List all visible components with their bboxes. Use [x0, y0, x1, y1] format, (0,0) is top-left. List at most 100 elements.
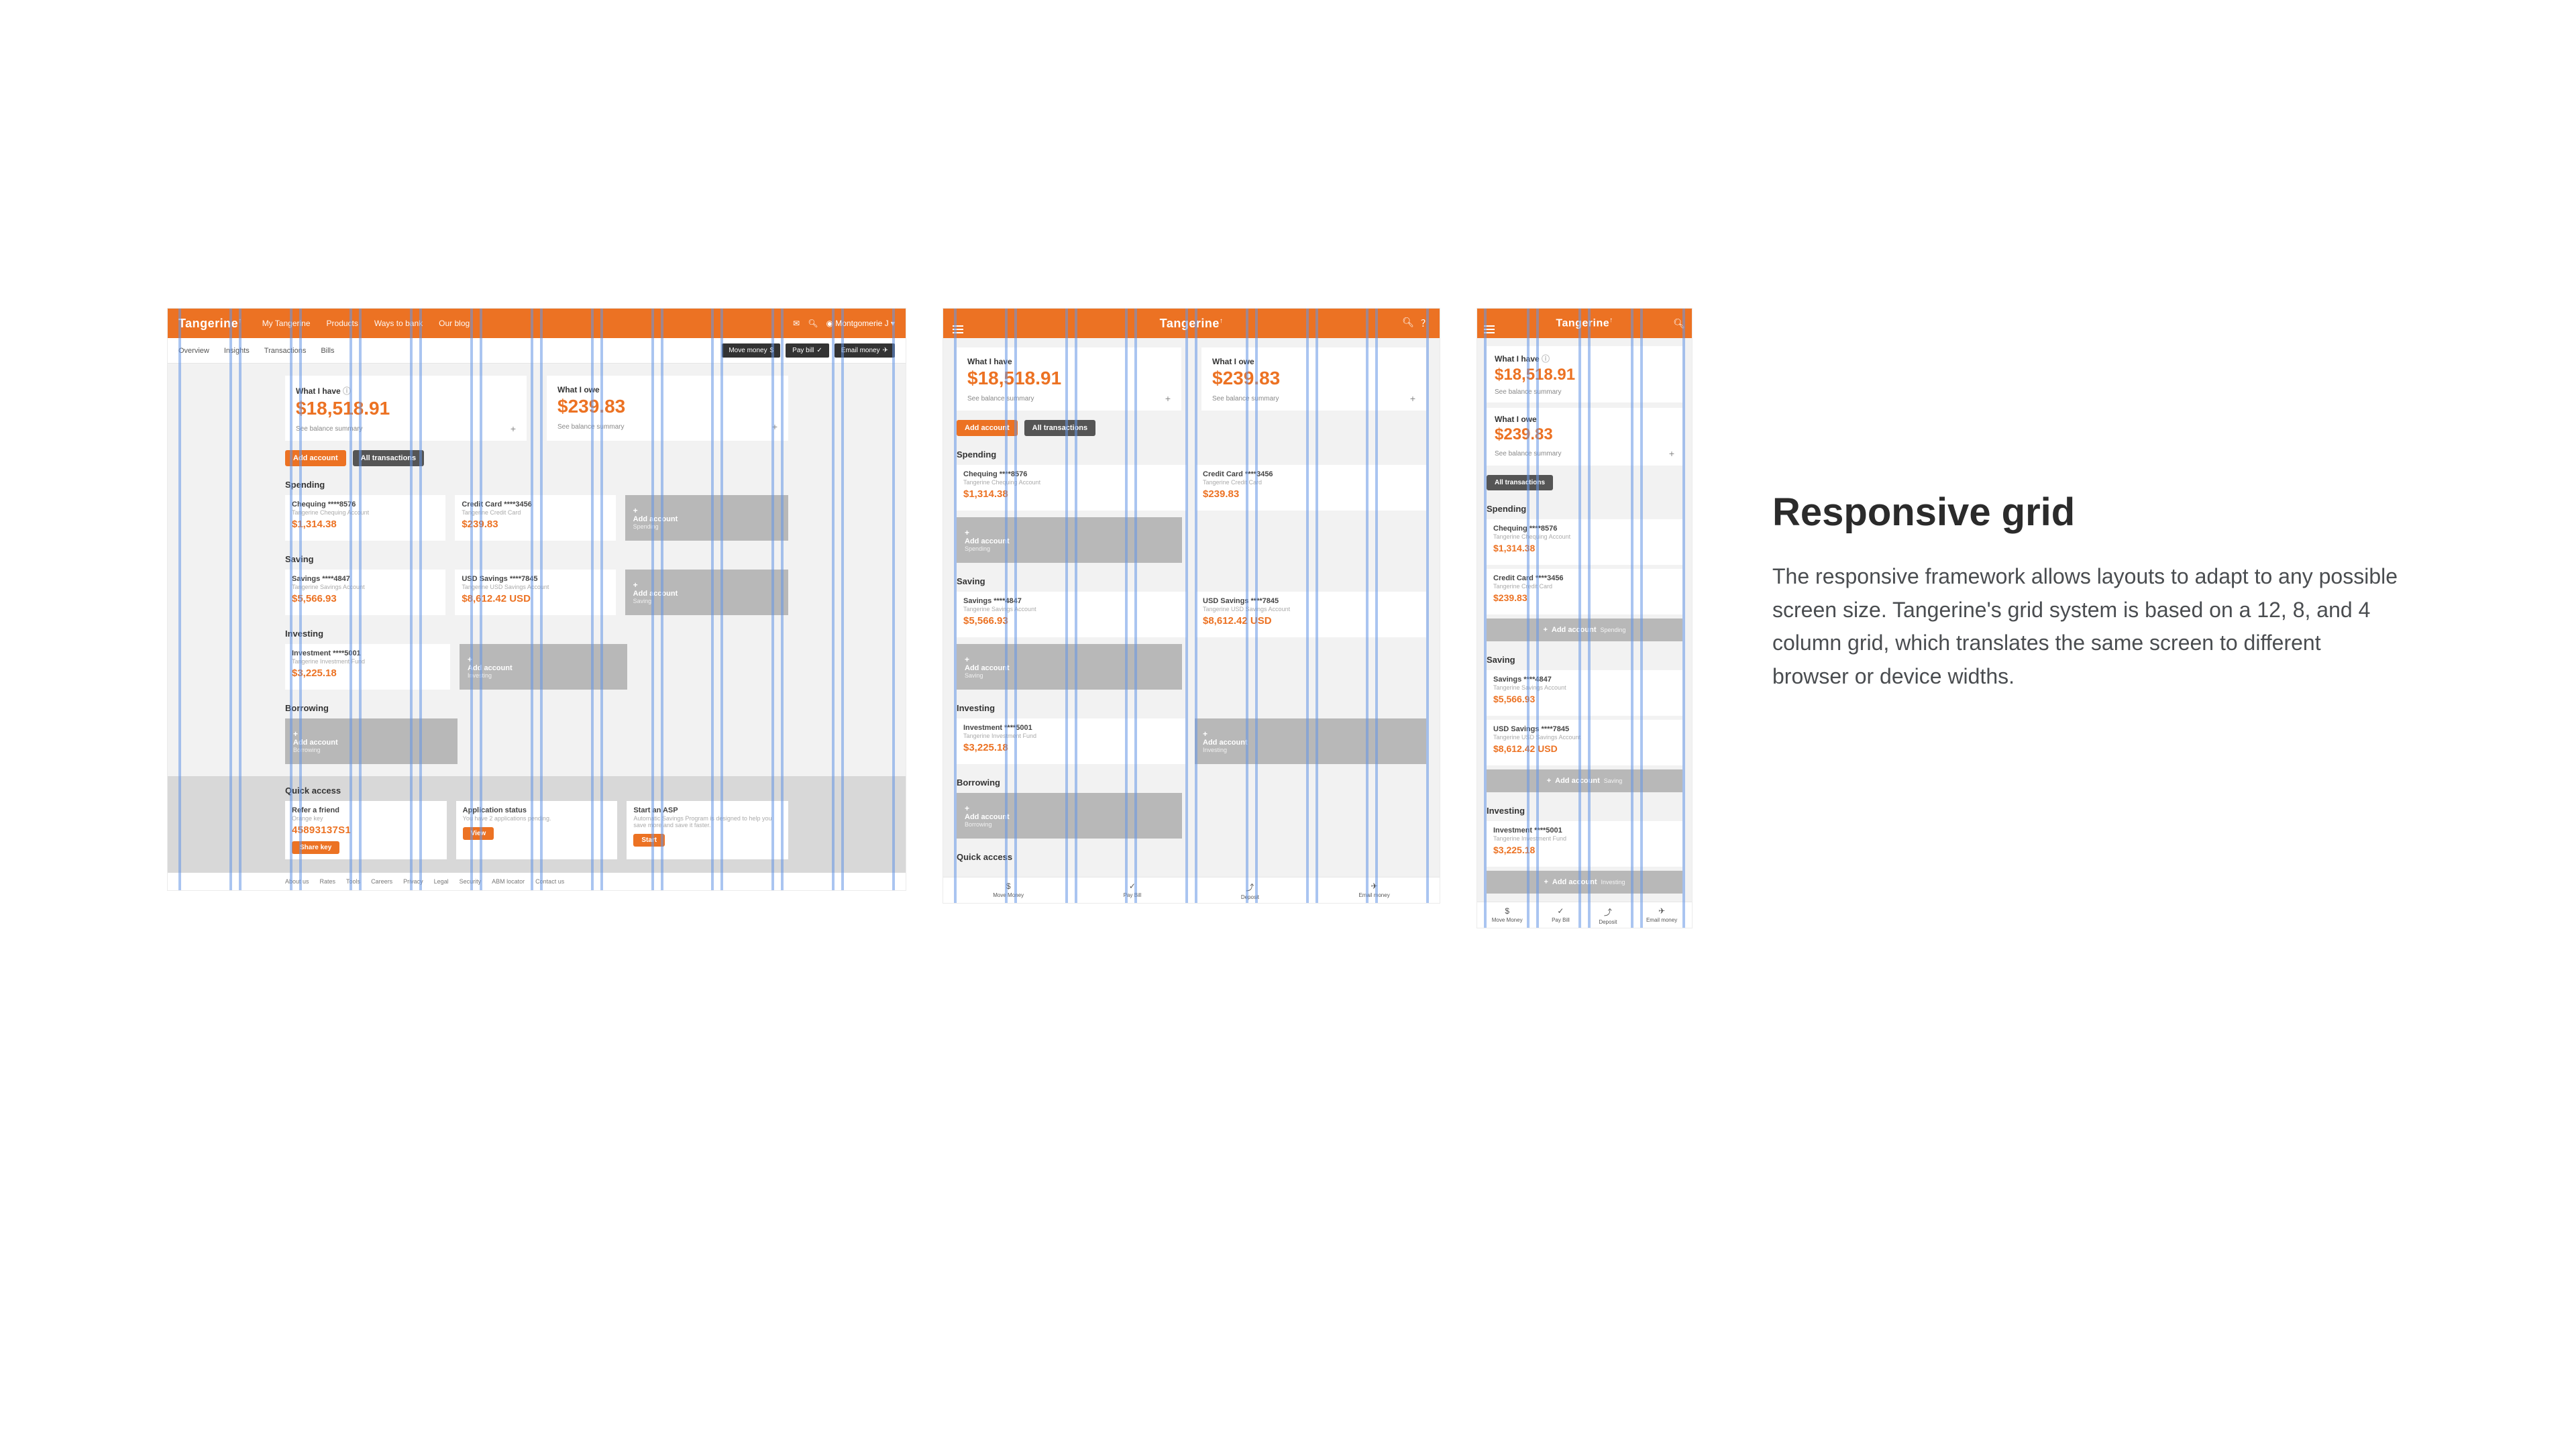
add-account-card[interactable]: + Add account Borrowing	[285, 718, 458, 764]
help-icon[interactable]: ？	[1421, 317, 1430, 330]
add-account-button[interactable]: Add account	[957, 420, 1018, 436]
summary-have-amount: $18,518.91	[296, 398, 516, 419]
summary-owe-amount: $239.83	[557, 396, 777, 417]
summary-have: What I have ⓘ $18,518.91 See balance sum…	[285, 376, 527, 441]
bottom-nav-pay-bill[interactable]: ✓Pay Bill	[1124, 881, 1142, 900]
mail-icon[interactable]: ✉	[793, 319, 800, 328]
footer-link[interactable]: Legal	[434, 878, 449, 885]
slide-canvas: Tangerine↑ My Tangerine Products Ways to…	[0, 0, 2576, 1449]
search-icon[interactable]: 🔍︎	[1673, 318, 1685, 329]
bottom-nav-pay-bill[interactable]: ✓Pay Bill	[1552, 906, 1570, 925]
account-card-investment[interactable]: Investment ****5001 Tangerine Investment…	[1487, 821, 1682, 867]
nav-item[interactable]: Our blog	[439, 319, 470, 328]
expand-icon[interactable]: +	[511, 423, 516, 434]
account-card-chequing[interactable]: Chequing ****8576 Tangerine Chequing Acc…	[957, 465, 1187, 511]
add-account-card[interactable]: + Add account Investing	[460, 644, 627, 690]
footer-link[interactable]: Contact us	[535, 878, 564, 885]
footer-link[interactable]: Security	[460, 878, 482, 885]
search-icon[interactable]: 🔍︎	[808, 319, 818, 328]
footer-link[interactable]: ABM locator	[492, 878, 525, 885]
tab-bills[interactable]: Bills	[321, 347, 334, 355]
action-pay-bill[interactable]: Pay bill ✓	[786, 343, 829, 358]
account-card-usd[interactable]: USD Savings ****7845 Tangerine USD Savin…	[1487, 720, 1682, 765]
add-account-card[interactable]: +Add account Borrowing	[957, 793, 1182, 839]
account-card-credit[interactable]: Credit Card ****3456 Tangerine Credit Ca…	[455, 495, 615, 541]
nav-item[interactable]: My Tangerine	[262, 319, 311, 328]
desktop-topbar-right: ✉ 🔍︎ ◉ Montgomerie J ▾	[793, 319, 895, 328]
footer-link[interactable]: Tools	[346, 878, 360, 885]
all-transactions-button[interactable]: All transactions	[353, 450, 425, 466]
add-account-card[interactable]: +Add accountInvesting	[1487, 871, 1682, 894]
bottom-nav-deposit[interactable]: ⤴Deposit	[1599, 906, 1617, 925]
account-card-credit[interactable]: Credit Card ****3456 Tangerine Credit Ca…	[1196, 465, 1426, 511]
add-account-card[interactable]: +Add accountSpending	[1487, 619, 1682, 641]
account-card-investment[interactable]: Investment ****5001 Tangerine Investment…	[957, 718, 1185, 764]
add-account-card[interactable]: + Add account Saving	[625, 570, 788, 615]
add-account-button[interactable]: Add account	[285, 450, 346, 466]
account-card-usd[interactable]: USD Savings ****7845 Tangerine USD Savin…	[455, 570, 615, 615]
tab-transactions[interactable]: Transactions	[264, 347, 307, 355]
footer-link[interactable]: Careers	[371, 878, 392, 885]
section-saving: Saving	[285, 554, 788, 564]
menu-icon[interactable]	[953, 318, 963, 329]
add-account-card[interactable]: +Add account Saving	[957, 644, 1182, 690]
menu-icon[interactable]	[1484, 318, 1495, 329]
summary-have: What I have ⓘ $18,518.91 See balance sum…	[1487, 346, 1682, 402]
section-borrowing: Borrowing	[285, 703, 788, 713]
account-card-savings[interactable]: Savings ****4847 Tangerine Savings Accou…	[957, 592, 1187, 637]
search-icon[interactable]: 🔍︎	[1402, 317, 1414, 330]
account-card-credit[interactable]: Credit Card ****3456 Tangerine Credit Ca…	[1487, 569, 1682, 614]
send-icon: ✈	[1371, 881, 1378, 891]
all-transactions-button[interactable]: All transactions	[1487, 475, 1553, 490]
start-button[interactable]: Start	[633, 834, 665, 847]
account-card-savings[interactable]: Savings ****4847 Tangerine Savings Accou…	[1487, 670, 1682, 716]
share-key-button[interactable]: Share key	[292, 841, 339, 854]
bottom-nav-deposit[interactable]: ⤴Deposit	[1241, 881, 1259, 900]
account-card-investment[interactable]: Investment ****5001 Tangerine Investment…	[285, 644, 450, 690]
account-card-chequing[interactable]: Chequing ****8576 Tangerine Chequing Acc…	[285, 495, 445, 541]
all-transactions-button[interactable]: All transactions	[1024, 420, 1096, 436]
add-account-card[interactable]: +Add account Investing	[1195, 718, 1426, 764]
view-button[interactable]: View	[463, 827, 494, 840]
quick-card-refer[interactable]: Refer a friend Orange key 45893137S1 Sha…	[285, 801, 447, 859]
expand-icon[interactable]: +	[772, 421, 777, 432]
quick-card-asp[interactable]: Start an ASP Automatic Savings Program i…	[627, 801, 788, 859]
bottom-nav-email-money[interactable]: ✈Email money	[1358, 881, 1389, 900]
bottom-nav-email-money[interactable]: ✈Email money	[1646, 906, 1677, 925]
plus-icon: +	[468, 655, 472, 664]
nav-item[interactable]: Ways to bank	[374, 319, 423, 328]
summary-owe: What I owe $239.83 See balance summary+	[1201, 347, 1426, 411]
footer-link[interactable]: Rates	[320, 878, 336, 885]
quick-access: Quick access Refer a friend Orange key 4…	[168, 776, 906, 873]
tab-insights[interactable]: Insights	[224, 347, 250, 355]
info-icon[interactable]: ⓘ	[343, 386, 351, 396]
bottom-nav-move-money[interactable]: $Move Money	[993, 881, 1024, 900]
tab-overview[interactable]: Overview	[178, 347, 209, 355]
add-account-card[interactable]: + Add account Spending	[625, 495, 788, 541]
footer-link[interactable]: Privacy	[403, 878, 423, 885]
section-spending: Spending	[285, 480, 788, 490]
dollar-icon: $	[1006, 881, 1011, 891]
add-account-card[interactable]: +Add account Spending	[957, 517, 1182, 563]
plus-icon: +	[293, 729, 298, 739]
action-move-money[interactable]: Move money $	[722, 343, 780, 358]
footer-link[interactable]: About us	[285, 878, 309, 885]
mockup-tablet-8col: Tangerine↑ 🔍︎ ？ What I have $18,518.91 S…	[943, 309, 1440, 903]
account-card-chequing[interactable]: Chequing ****8576 Tangerine Chequing Acc…	[1487, 519, 1682, 565]
add-account-card[interactable]: +Add accountSaving	[1487, 769, 1682, 792]
desktop-footer-links: About us Rates Tools Careers Privacy Leg…	[168, 873, 906, 890]
desktop-nav: My Tangerine Products Ways to bank Our b…	[262, 319, 470, 328]
nav-item[interactable]: Products	[327, 319, 358, 328]
mockup-desktop-12col: Tangerine↑ My Tangerine Products Ways to…	[168, 309, 906, 890]
bottom-nav-move-money[interactable]: $Move Money	[1492, 906, 1523, 925]
article-heading: Responsive grid	[1772, 490, 2403, 535]
action-email-money[interactable]: Email money ✈	[835, 343, 895, 358]
bottom-nav: $Move Money ✓Pay Bill ⤴Deposit ✈Email mo…	[1477, 902, 1692, 928]
summary-owe: What I owe $239.83 See balance summary+	[547, 376, 788, 441]
desktop-topbar: Tangerine↑ My Tangerine Products Ways to…	[168, 309, 906, 338]
account-card-savings[interactable]: Savings ****4847 Tangerine Savings Accou…	[285, 570, 445, 615]
plus-icon: +	[633, 580, 638, 590]
quick-card-app-status[interactable]: Application status You have 2 applicatio…	[456, 801, 618, 859]
account-card-usd[interactable]: USD Savings ****7845 Tangerine USD Savin…	[1196, 592, 1426, 637]
user-menu[interactable]: ◉ Montgomerie J ▾	[826, 319, 895, 328]
